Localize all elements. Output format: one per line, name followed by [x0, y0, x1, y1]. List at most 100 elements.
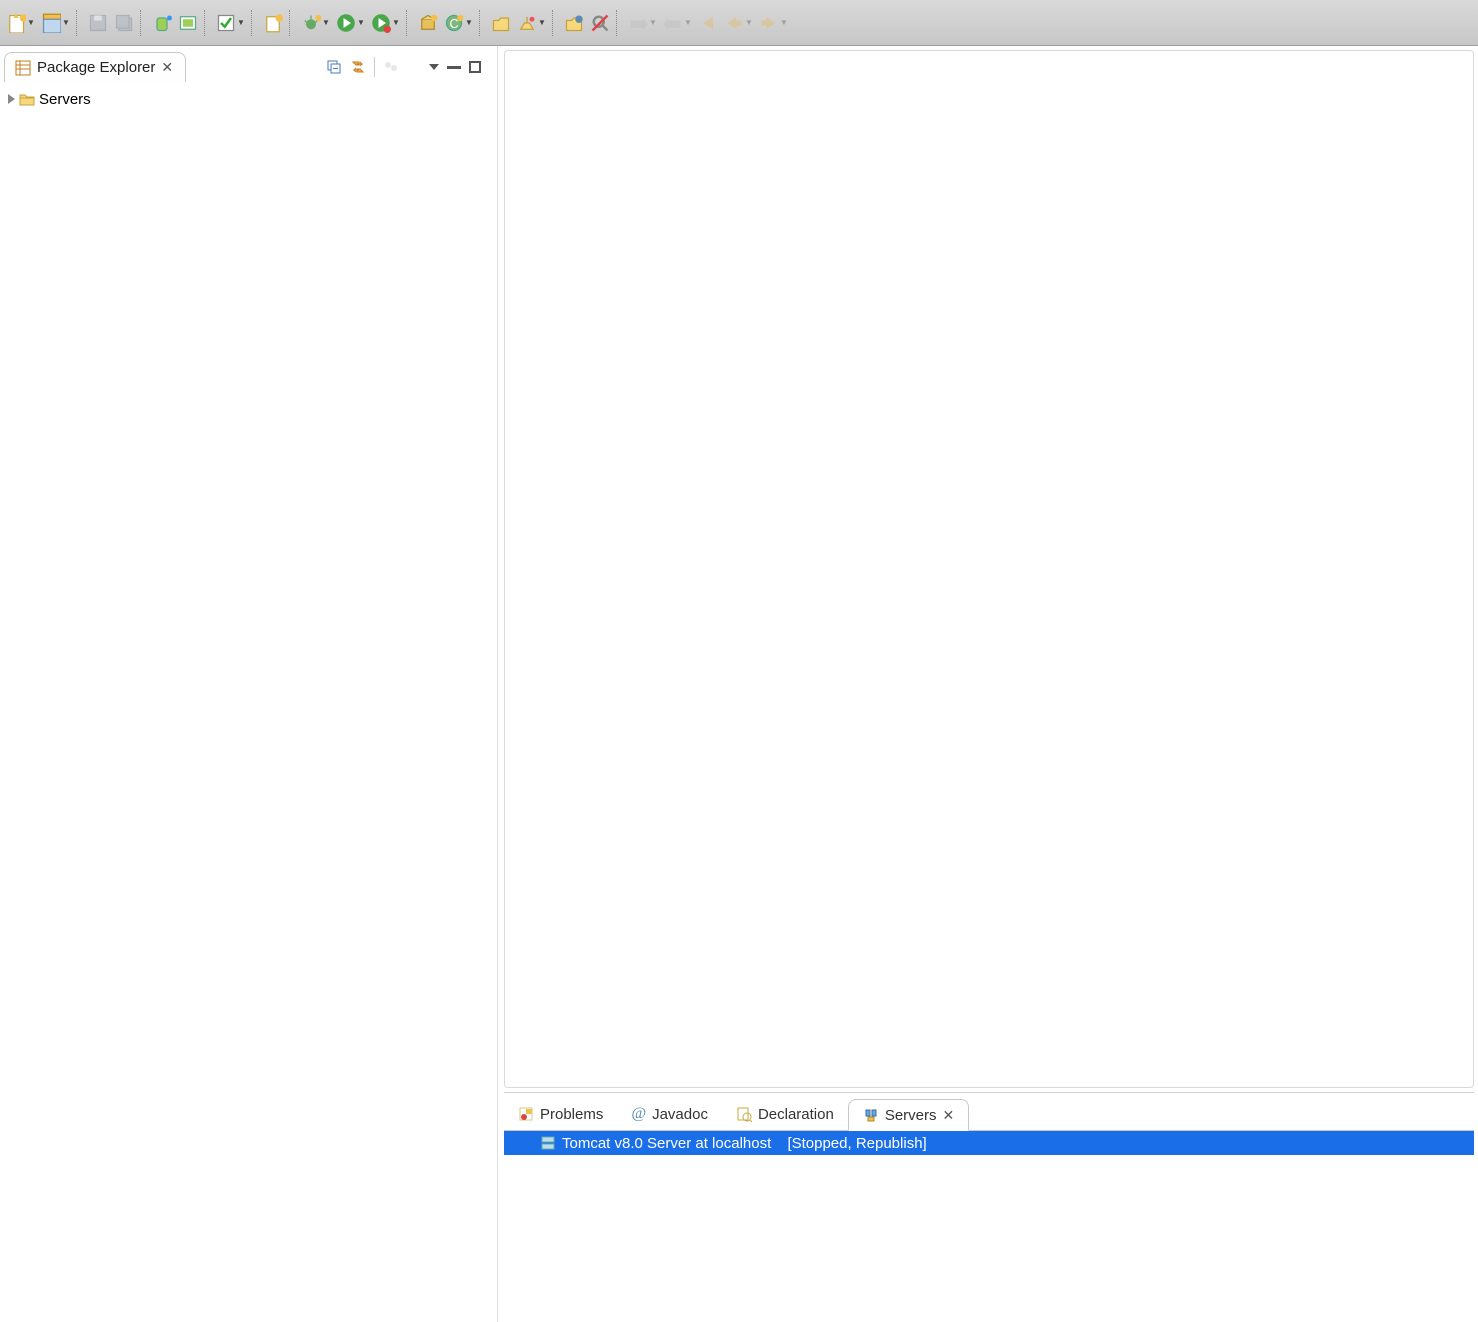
toolbar-separator — [251, 10, 257, 36]
package-explorer-tab[interactable]: Package Explorer ✕ — [4, 52, 186, 82]
nav2-button[interactable]: ▼ — [661, 8, 694, 38]
new-package-button[interactable] — [416, 8, 440, 38]
editor-area[interactable] — [504, 50, 1474, 1088]
open-type-button[interactable] — [489, 8, 513, 38]
dropdown-arrow-icon[interactable]: ▼ — [538, 8, 546, 38]
nav2-icon — [663, 13, 683, 33]
save-icon — [41, 13, 61, 33]
problems-icon — [518, 1106, 534, 1122]
dropdown-arrow-icon[interactable]: ▼ — [649, 8, 657, 38]
no-search-button[interactable] — [588, 8, 612, 38]
servers-list: Tomcat v8.0 Server at localhost [Stopped… — [504, 1131, 1474, 1322]
package-explorer-tree: Servers — [0, 82, 497, 116]
folder-icon — [19, 91, 35, 107]
toolbar-separator — [289, 10, 295, 36]
dropdown-arrow-icon[interactable]: ▼ — [684, 8, 692, 38]
declaration-icon — [736, 1106, 752, 1122]
dropdown-arrow-icon[interactable]: ▼ — [465, 8, 473, 38]
new-class-button[interactable]: C▼ — [442, 8, 475, 38]
toolbar-separator — [552, 10, 558, 36]
save-single-button[interactable] — [86, 8, 110, 38]
debug-icon — [301, 13, 321, 33]
forward-button[interactable]: ▼ — [757, 8, 790, 38]
package-explorer-toolbar — [326, 52, 491, 82]
right-pane: Problems @ Javadoc Declaration — [498, 46, 1478, 1322]
focus-task-icon[interactable] — [383, 59, 399, 75]
nav-button[interactable]: ▼ — [626, 8, 659, 38]
new-package-icon — [418, 13, 438, 33]
server-name: Tomcat v8.0 Server at localhost — [562, 1135, 771, 1152]
new-button[interactable]: ▼ — [4, 8, 37, 38]
new-icon — [6, 13, 26, 33]
server-row[interactable]: Tomcat v8.0 Server at localhost [Stopped… — [504, 1131, 1474, 1155]
tab-declaration-label: Declaration — [758, 1106, 834, 1123]
bottom-panel: Problems @ Javadoc Declaration — [504, 1092, 1474, 1322]
view-menu-icon[interactable] — [429, 64, 439, 70]
run-last-icon — [371, 13, 391, 33]
bottom-tab-bar: Problems @ Javadoc Declaration — [504, 1093, 1474, 1131]
workspace: Package Explorer ✕ — [0, 46, 1478, 1322]
android-avd-icon — [178, 13, 198, 33]
tab-declaration[interactable]: Declaration — [722, 1098, 848, 1130]
tab-problems[interactable]: Problems — [504, 1098, 617, 1130]
new-server-icon — [263, 13, 283, 33]
dropdown-arrow-icon[interactable]: ▼ — [745, 8, 753, 38]
dropdown-arrow-icon[interactable]: ▼ — [392, 8, 400, 38]
open-task-button[interactable] — [562, 8, 586, 38]
run-icon — [336, 13, 356, 33]
toolbar-separator — [204, 10, 210, 36]
back-icon — [724, 13, 744, 33]
toolbar-separator — [76, 10, 82, 36]
tab-servers-label: Servers — [885, 1107, 937, 1124]
expand-arrow-icon[interactable] — [8, 94, 15, 104]
back-short-icon — [698, 13, 718, 33]
dropdown-arrow-icon[interactable]: ▼ — [357, 8, 365, 38]
server-node-icon — [540, 1135, 556, 1151]
dropdown-arrow-icon[interactable]: ▼ — [322, 8, 330, 38]
search-button[interactable]: ▼ — [515, 8, 548, 38]
open-task-icon — [564, 13, 584, 33]
server-status: [Stopped, Republish] — [787, 1135, 926, 1152]
dropdown-arrow-icon[interactable]: ▼ — [27, 8, 35, 38]
package-explorer-title: Package Explorer — [37, 59, 155, 76]
toolbar-separator — [140, 10, 146, 36]
toolbar-separator — [479, 10, 485, 36]
dropdown-arrow-icon[interactable]: ▼ — [780, 8, 788, 38]
package-explorer-icon — [15, 60, 31, 76]
close-icon[interactable]: ✕ — [161, 59, 173, 76]
close-icon[interactable]: ✕ — [943, 1107, 955, 1124]
android-sdk-button[interactable] — [150, 8, 174, 38]
collapse-all-icon[interactable] — [326, 59, 342, 75]
save-all-icon — [114, 13, 134, 33]
android-avd-button[interactable] — [176, 8, 200, 38]
toolbar-separator — [616, 10, 622, 36]
search-icon — [517, 13, 537, 33]
debug-button[interactable]: ▼ — [299, 8, 332, 38]
link-editor-icon[interactable] — [350, 59, 366, 75]
minimize-icon[interactable] — [447, 66, 461, 69]
run-button[interactable]: ▼ — [334, 8, 367, 38]
maximize-icon[interactable] — [469, 61, 481, 73]
no-search-icon — [590, 13, 610, 33]
dropdown-arrow-icon[interactable]: ▼ — [62, 8, 70, 38]
main-toolbar: ▼▼▼▼▼▼C▼▼▼▼▼▼ — [0, 0, 1478, 46]
package-explorer-pane: Package Explorer ✕ — [0, 46, 498, 1322]
tree-item-servers[interactable]: Servers — [8, 88, 489, 110]
nav-icon — [628, 13, 648, 33]
new-class-icon: C — [444, 13, 464, 33]
back-button[interactable]: ▼ — [722, 8, 755, 38]
javadoc-icon: @ — [631, 1105, 646, 1123]
svg-text:C: C — [449, 17, 458, 31]
run-last-button[interactable]: ▼ — [369, 8, 402, 38]
tab-javadoc[interactable]: @ Javadoc — [617, 1098, 722, 1130]
tab-servers[interactable]: Servers ✕ — [848, 1099, 969, 1131]
dropdown-arrow-icon[interactable]: ▼ — [237, 8, 245, 38]
tab-problems-label: Problems — [540, 1106, 603, 1123]
save-button[interactable]: ▼ — [39, 8, 72, 38]
checkbox-button[interactable]: ▼ — [214, 8, 247, 38]
toolbar-separator — [406, 10, 412, 36]
save-all-button[interactable] — [112, 8, 136, 38]
android-sdk-icon — [152, 13, 172, 33]
back-short-button[interactable] — [696, 8, 720, 38]
new-server-button[interactable] — [261, 8, 285, 38]
